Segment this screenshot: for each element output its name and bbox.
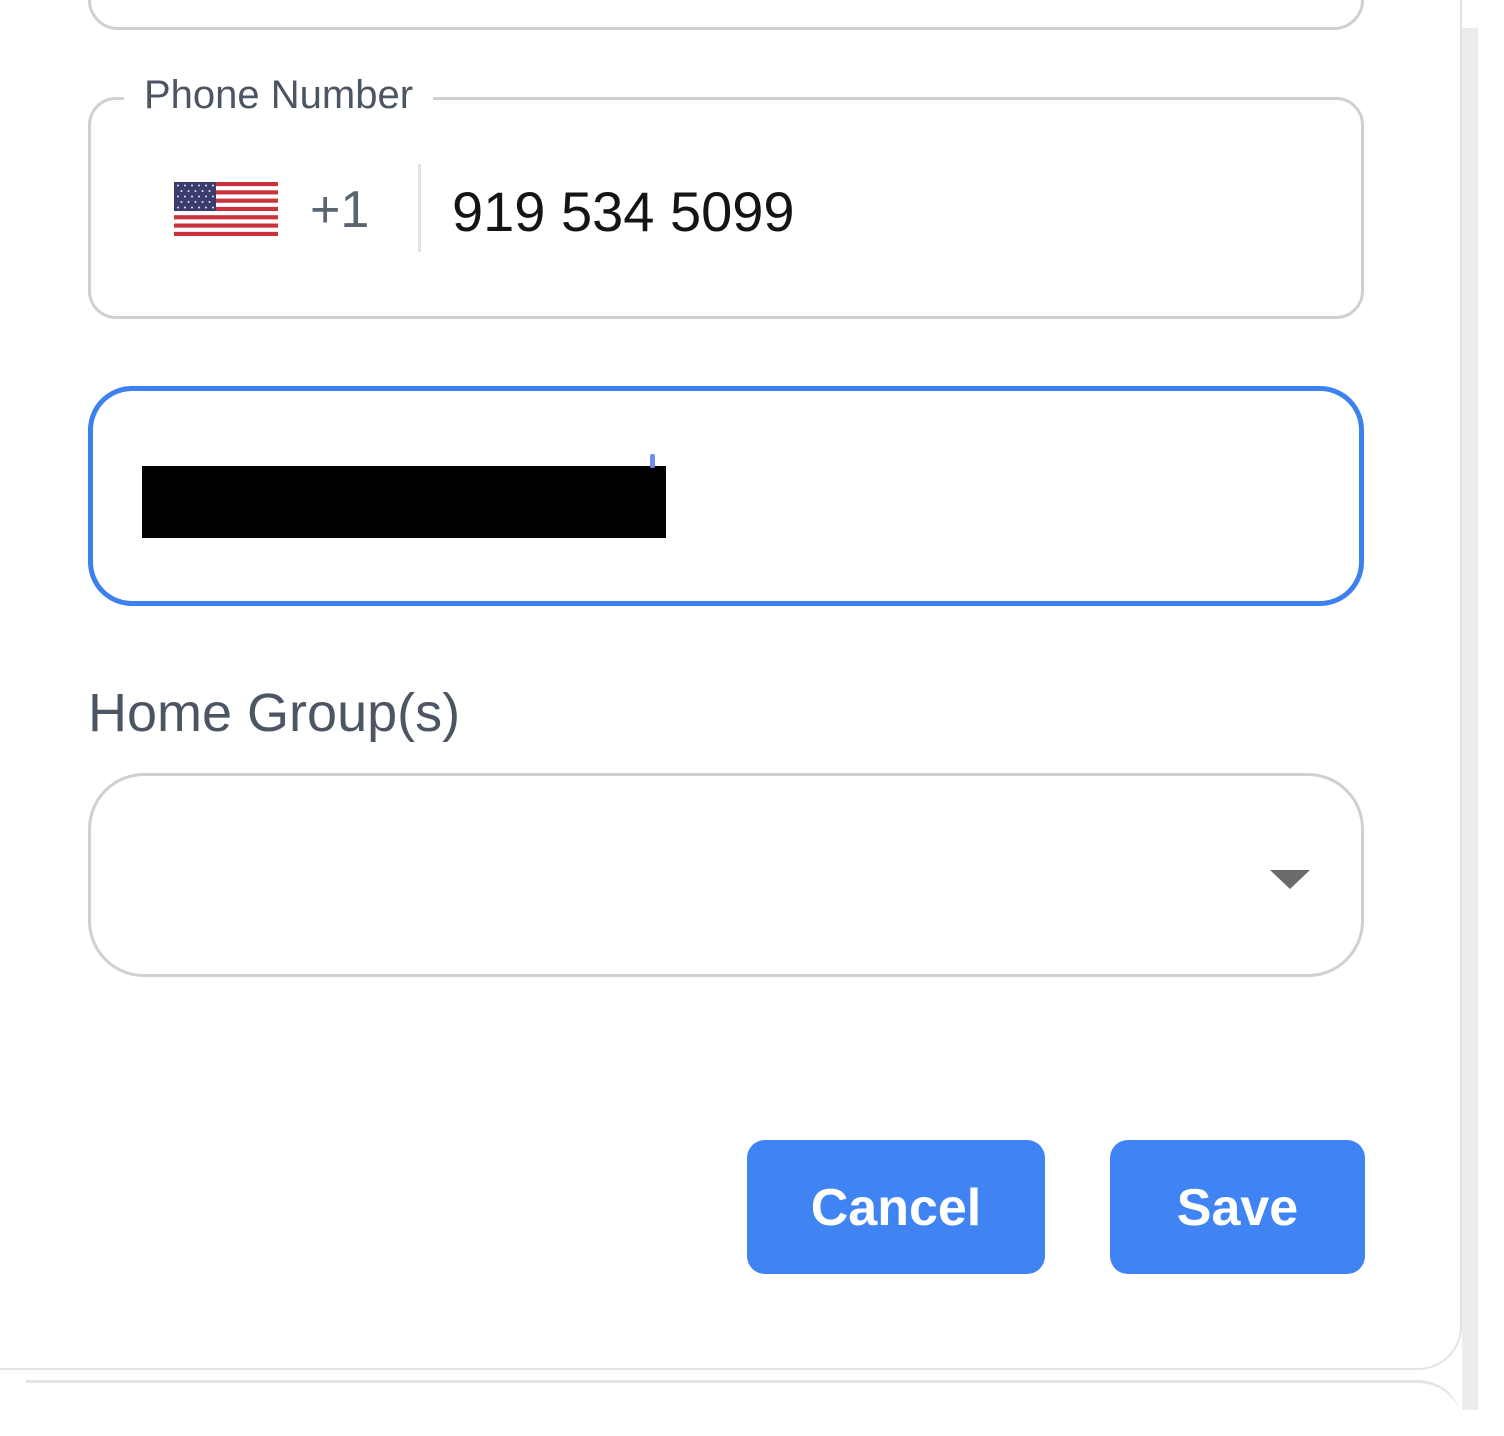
- text-cursor: [650, 454, 655, 468]
- scrollbar-track[interactable]: [1462, 28, 1478, 1410]
- page: Phone Number +1 Home Group(s) Cancel S: [0, 0, 1504, 1436]
- country-dial-code[interactable]: +1: [310, 180, 369, 240]
- next-card: [26, 1380, 1462, 1436]
- phone-number-label: Phone Number: [124, 70, 434, 120]
- cancel-button[interactable]: Cancel: [747, 1140, 1045, 1274]
- caret-down-icon[interactable]: [1270, 870, 1310, 889]
- previous-field[interactable]: [88, 0, 1364, 30]
- home-groups-select[interactable]: [88, 773, 1364, 977]
- home-groups-label: Home Group(s): [88, 683, 461, 743]
- save-button[interactable]: Save: [1110, 1140, 1365, 1274]
- phone-divider: [418, 164, 421, 252]
- redacted-value: [142, 466, 666, 538]
- phone-number-input[interactable]: [452, 176, 1332, 246]
- us-flag-icon[interactable]: [174, 182, 278, 236]
